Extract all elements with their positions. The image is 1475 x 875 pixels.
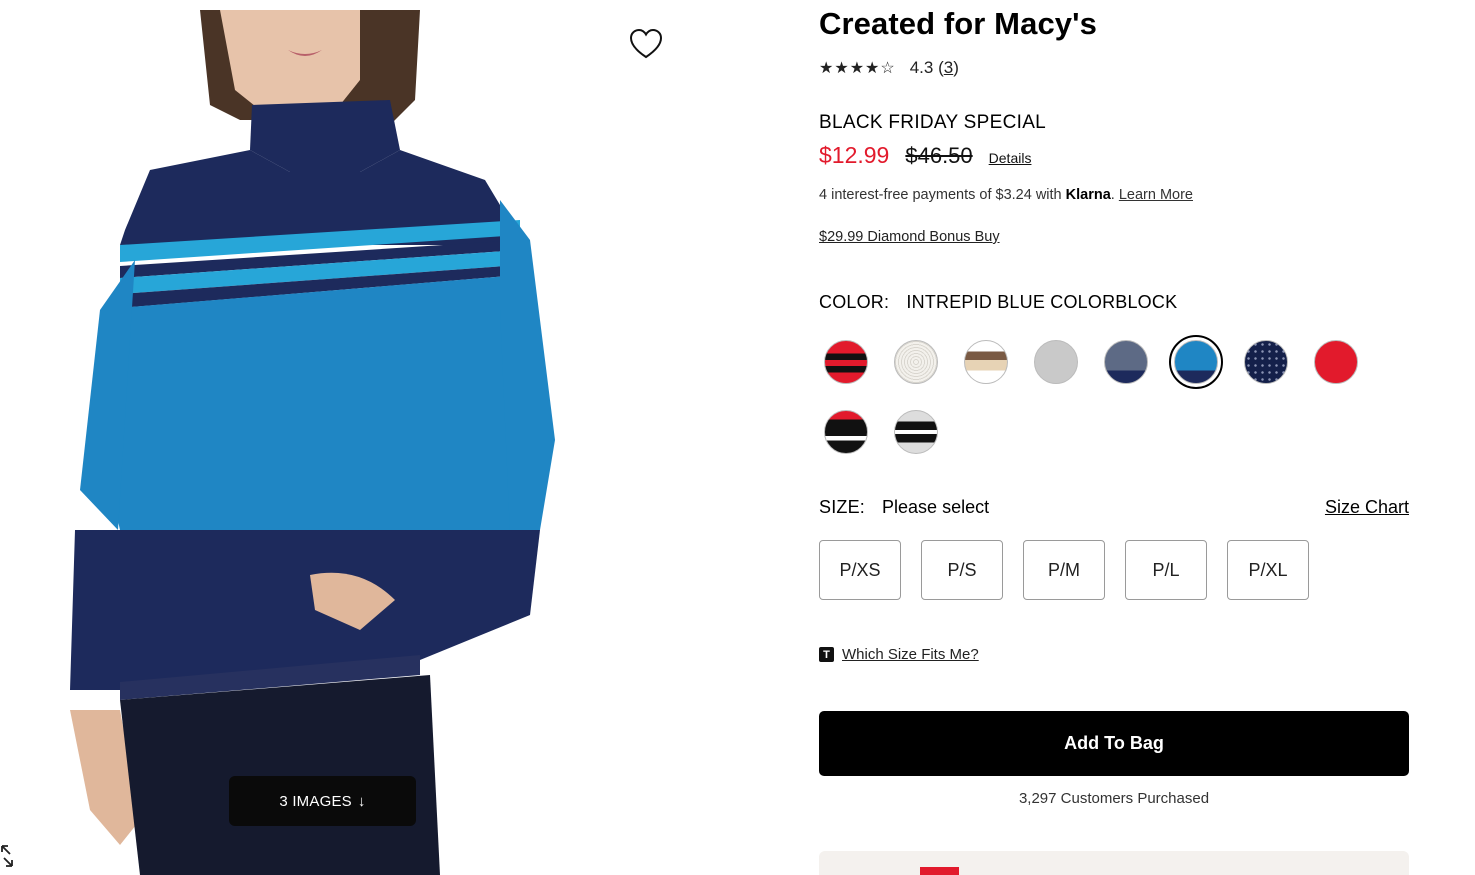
swatch-fill xyxy=(894,410,938,454)
swatch-fill xyxy=(894,340,938,384)
klarna-text: 4 interest-free payments of $3.24 with xyxy=(819,187,1066,203)
product-photo[interactable] xyxy=(60,10,680,875)
swatch-fill xyxy=(1104,340,1148,384)
fit-helper: T Which Size Fits Me? xyxy=(819,646,979,663)
add-to-bag-button[interactable]: Add To Bag xyxy=(819,711,1409,776)
review-count-link[interactable]: 3 xyxy=(944,58,953,78)
swatch-fill xyxy=(1244,340,1288,384)
white-pattern-swatch[interactable] xyxy=(889,335,943,389)
grey-pattern-swatch[interactable] xyxy=(1029,335,1083,389)
navy-dot-swatch[interactable] xyxy=(1239,335,1293,389)
color-selection: COLOR: INTREPID BLUE COLORBLOCK xyxy=(819,292,1177,313)
star-rating-icon: ★★★★☆ xyxy=(819,60,896,77)
rating-open-paren: ( xyxy=(933,58,944,77)
expand-icon[interactable] xyxy=(0,844,14,868)
brown-tan-swatch[interactable] xyxy=(959,335,1013,389)
size-label: SIZE: xyxy=(819,497,866,517)
black-red-white-swatch[interactable] xyxy=(819,405,873,459)
view-images-button[interactable]: 3 IMAGES ↓ xyxy=(229,776,416,826)
swatch-fill xyxy=(1314,340,1358,384)
size-option-pm[interactable]: P/M xyxy=(1023,540,1105,600)
size-chart-link[interactable]: Size Chart xyxy=(1325,497,1409,518)
swatch-fill xyxy=(824,410,868,454)
swatch-fill xyxy=(1174,340,1218,384)
size-option-ps[interactable]: P/S xyxy=(921,540,1003,600)
promo-card-badge xyxy=(920,867,959,875)
bonus-buy-link[interactable]: $29.99 Diamond Bonus Buy xyxy=(819,229,1000,245)
customers-purchased-count: 3,297 Customers Purchased xyxy=(1018,790,1210,807)
product-info-panel: Created for Macy's ★★★★☆ 4.3 (3) BLACK F… xyxy=(819,0,1409,875)
selected-color-name: INTREPID BLUE COLORBLOCK xyxy=(906,292,1178,312)
sweater-illustration xyxy=(60,10,680,875)
size-option-pxl[interactable]: P/XL xyxy=(1227,540,1309,600)
black-white-stripe-swatch[interactable] xyxy=(889,405,943,459)
intrepid-blue-swatch[interactable] xyxy=(1169,335,1223,389)
rating-close-paren: ) xyxy=(953,58,959,77)
navy-grey-swatch[interactable] xyxy=(1099,335,1153,389)
images-button-label: 3 IMAGES xyxy=(279,792,352,810)
wishlist-heart-icon[interactable] xyxy=(626,26,666,62)
color-label: COLOR: xyxy=(819,292,890,312)
price-row: $12.99 $46.50 Details xyxy=(819,142,1031,169)
which-size-fits-link[interactable]: Which Size Fits Me? xyxy=(842,646,979,663)
size-options: P/XS P/S P/M P/L P/XL xyxy=(819,540,1309,600)
size-option-pxs[interactable]: P/XS xyxy=(819,540,901,600)
size-selection: SIZE: Please select Size Chart xyxy=(819,497,1409,518)
klarna-logo: Klarna xyxy=(1065,187,1111,203)
klarna-dot: . xyxy=(1110,187,1119,203)
klarna-learn-more-link[interactable]: Learn More xyxy=(1119,187,1193,203)
red-knit-swatch[interactable] xyxy=(1309,335,1363,389)
swatch-fill xyxy=(964,340,1008,384)
rating-row[interactable]: ★★★★☆ 4.3 (3) xyxy=(819,58,959,78)
klarna-payment-info: 4 interest-free payments of $3.24 with K… xyxy=(819,187,1193,203)
original-price: $46.50 xyxy=(905,143,973,168)
promo-card xyxy=(819,851,1409,875)
product-gallery: 3 IMAGES ↓ xyxy=(0,0,700,875)
swatch-fill xyxy=(1034,340,1078,384)
size-option-pl[interactable]: P/L xyxy=(1125,540,1207,600)
sale-price: $12.99 xyxy=(819,142,890,168)
swatch-fill xyxy=(824,340,868,384)
product-title: Created for Macy's xyxy=(819,6,1097,41)
red-black-stripe-swatch[interactable] xyxy=(819,335,873,389)
price-details-link[interactable]: Details xyxy=(989,150,1032,166)
rating-value: 4.3 xyxy=(909,58,934,77)
promo-label: BLACK FRIDAY SPECIAL xyxy=(819,112,1047,133)
arrow-down-icon: ↓ xyxy=(357,792,366,810)
color-swatches xyxy=(819,335,1379,459)
size-value: Please select xyxy=(882,497,990,517)
true-fit-icon: T xyxy=(819,647,834,662)
